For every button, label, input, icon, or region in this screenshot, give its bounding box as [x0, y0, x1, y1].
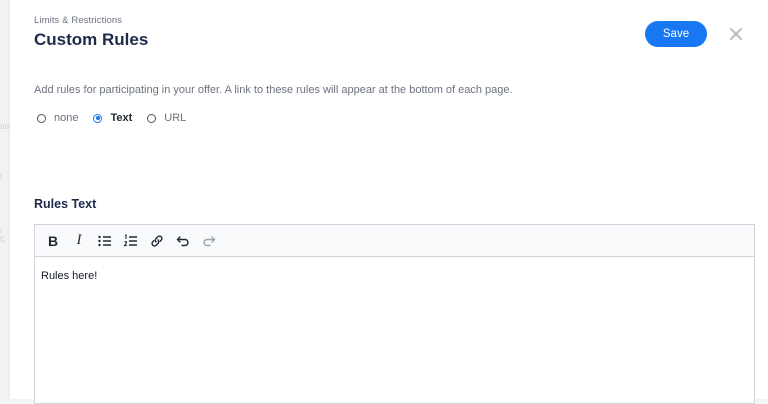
close-icon — [730, 28, 742, 40]
numbered-list-icon[interactable] — [119, 229, 143, 253]
bold-icon[interactable]: B — [41, 229, 65, 253]
background-text: ou — [0, 122, 9, 131]
undo-icon[interactable] — [171, 229, 195, 253]
rules-text-label: Rules Text — [34, 197, 97, 211]
radio-label: none — [54, 112, 79, 124]
background-text: l. — [0, 173, 4, 182]
radio-option-text[interactable]: Text — [93, 112, 132, 124]
rules-text-editor: B I Rules here! — [34, 224, 755, 404]
editor-toolbar: B I — [35, 225, 754, 257]
redo-icon[interactable] — [197, 229, 221, 253]
radio-button-checked[interactable] — [93, 113, 103, 123]
radio-label: Text — [110, 112, 133, 124]
radio-label: URL — [164, 112, 187, 124]
custom-rules-panel: Limits & Restrictions Custom Rules Save … — [10, 0, 768, 404]
close-button[interactable] — [726, 24, 746, 44]
radio-button[interactable] — [37, 113, 46, 123]
background-page: ou l. r C — [0, 0, 10, 399]
page-title: Custom Rules — [34, 30, 149, 49]
editor-content[interactable]: Rules here! — [35, 257, 754, 295]
rules-description: Add rules for participating in your offe… — [34, 84, 513, 96]
background-text: r C — [0, 226, 6, 244]
bulleted-list-icon[interactable] — [93, 229, 117, 253]
rule-type-radio-group: none Text URL — [37, 111, 201, 125]
italic-icon[interactable]: I — [67, 229, 91, 253]
link-icon[interactable] — [145, 229, 169, 253]
save-button[interactable]: Save — [645, 21, 707, 47]
radio-button[interactable] — [147, 113, 157, 123]
radio-option-url[interactable]: URL — [147, 112, 186, 124]
breadcrumb: Limits & Restrictions — [34, 15, 123, 26]
radio-option-none[interactable]: none — [37, 112, 78, 124]
